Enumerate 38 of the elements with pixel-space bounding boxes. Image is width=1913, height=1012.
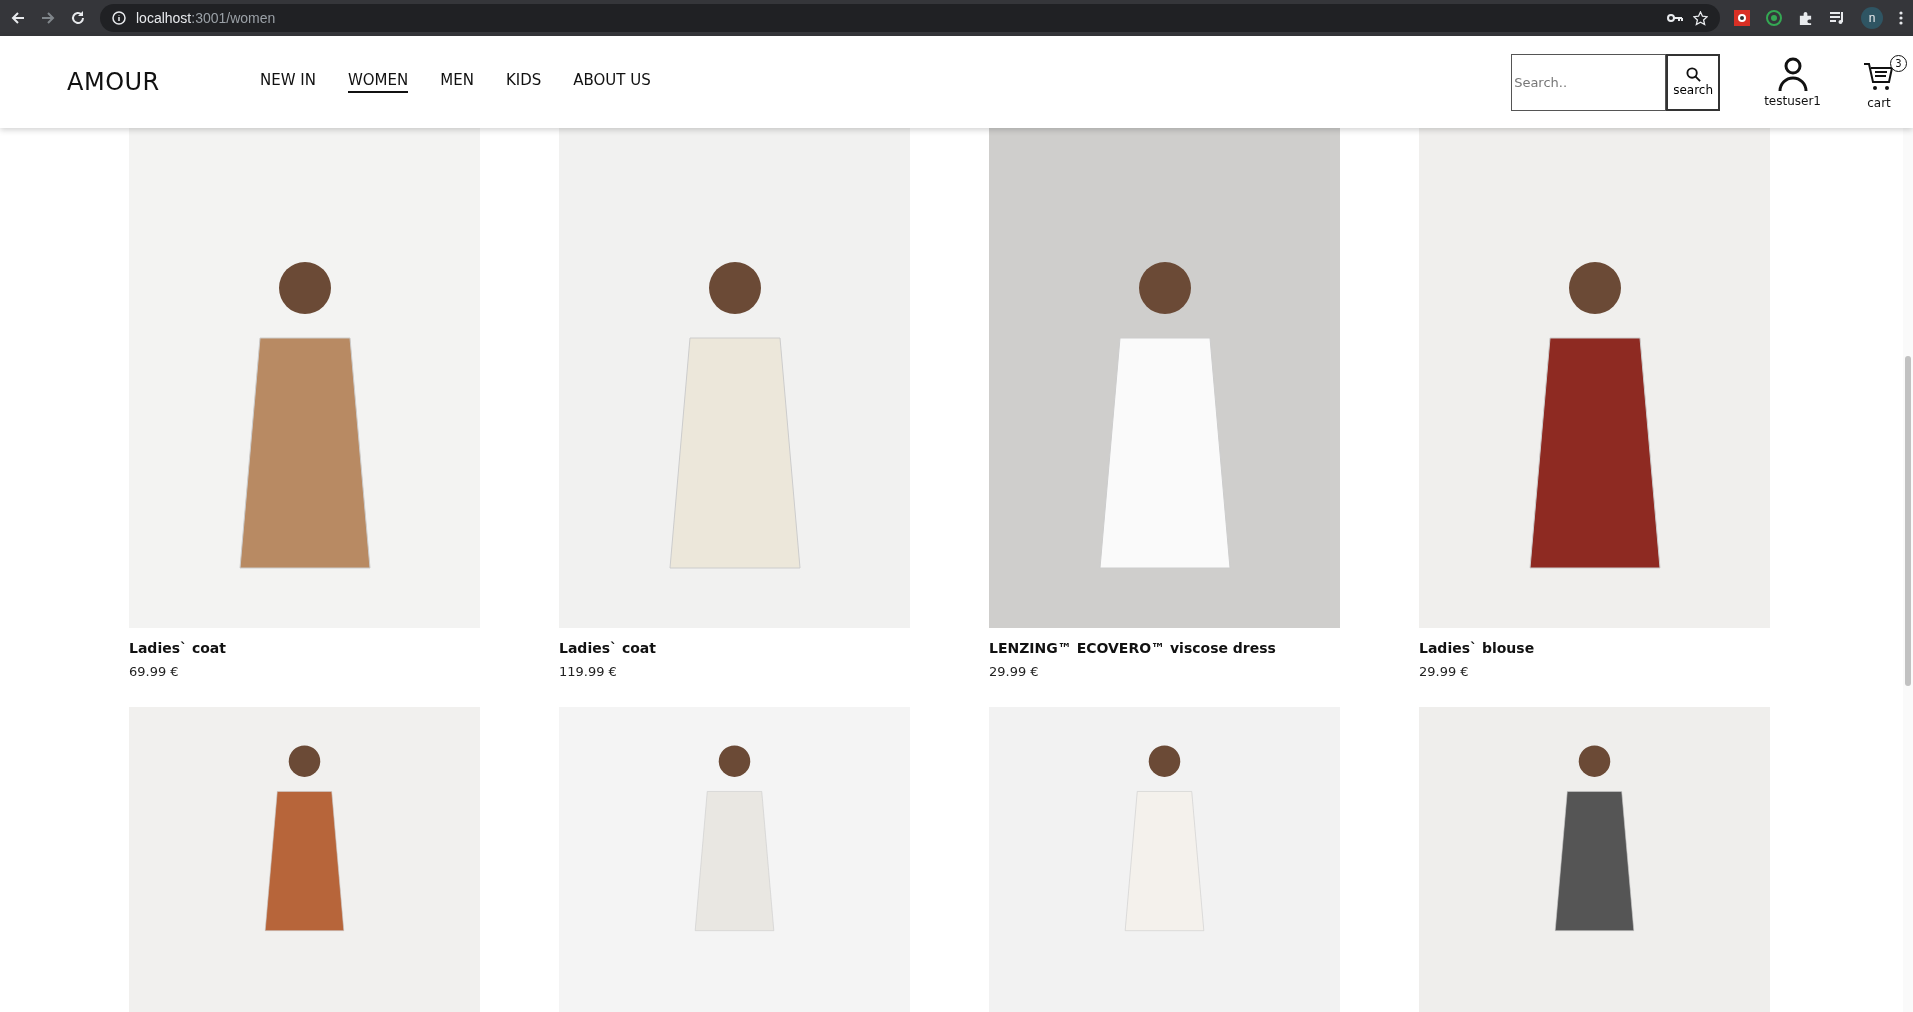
scrollbar-thumb[interactable] [1905,356,1911,686]
url-text: localhost:3001/women [136,10,276,26]
forward-arrow-icon[interactable] [40,10,56,26]
key-icon[interactable] [1667,13,1683,23]
nav-link[interactable]: NEW IN [260,71,316,93]
star-icon[interactable] [1693,10,1708,26]
cart-icon [1863,60,1895,93]
nav-link[interactable]: ABOUT US [573,71,651,93]
nav-link[interactable]: WOMEN [347,71,409,93]
product-price: 29.99 € [1419,664,1470,679]
product-name[interactable]: Ladies` blouse [1419,640,1770,656]
search-field[interactable]: Search.. [1511,53,1667,111]
back-arrow-icon[interactable] [10,10,26,26]
search-icon [1685,67,1701,82]
media-list-icon[interactable] [1829,11,1845,25]
product-price: 29.99 € [989,664,1040,679]
extension-icon[interactable] [1734,10,1750,26]
cart-link[interactable]: cart 3 [1861,54,1907,110]
product-price: 69.99 € [129,664,180,679]
address-bar[interactable]: localhost:3001/women [100,4,1720,32]
account-link[interactable]: testuser1 [1764,56,1821,108]
nav-link[interactable]: MEN [440,71,474,93]
search-button[interactable]: search [1666,53,1721,111]
product-price: 119.99 € [559,664,618,679]
product-photo[interactable] [1419,128,1770,628]
user-icon [1776,56,1809,91]
menu-icon[interactable] [1899,11,1903,25]
cart-count-badge: 3 [1890,54,1907,72]
product-name[interactable]: Ladies` coat [129,640,480,656]
info-icon[interactable] [112,11,126,25]
product-name[interactable]: Ladies` coat [559,640,910,656]
site-logo[interactable]: AMOUR [67,68,260,96]
target-icon[interactable] [1766,10,1782,26]
product-name[interactable]: LENZING™ ECOVERO™ viscose dress [989,640,1340,656]
profile-avatar[interactable]: n [1861,7,1883,29]
reload-icon[interactable] [70,10,86,26]
nav-link[interactable]: KIDS [505,71,542,93]
puzzle-icon[interactable] [1798,10,1813,26]
